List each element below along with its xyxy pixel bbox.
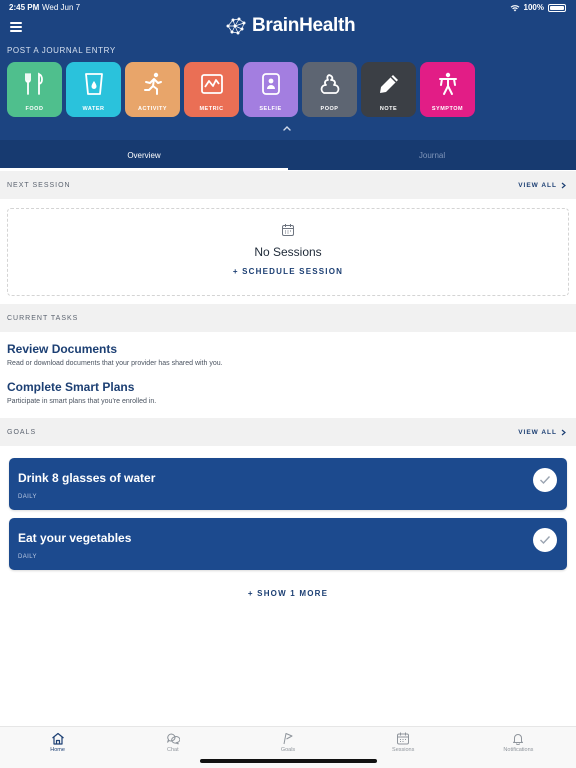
tile-food[interactable]: FOOD — [7, 62, 62, 117]
next-session-header: NEXT SESSION VIEW ALL — [0, 171, 576, 199]
home-icon — [51, 732, 64, 745]
tile-water[interactable]: WATER — [66, 62, 121, 117]
fork-knife-icon — [24, 62, 46, 106]
schedule-session-button[interactable]: + SCHEDULE SESSION — [233, 267, 343, 276]
tile-note[interactable]: NOTE — [361, 62, 416, 117]
poop-icon — [318, 62, 342, 106]
status-time: 2:45 PM — [9, 3, 40, 12]
tab-overview[interactable]: Overview — [0, 140, 288, 170]
task-complete-smart-plans[interactable]: Complete Smart Plans Participate in smar… — [7, 380, 156, 405]
journal-entry-title: POST A JOURNAL ENTRY — [7, 46, 116, 55]
tile-selfie[interactable]: SELFIE — [243, 62, 298, 117]
checkmark-icon — [540, 476, 551, 485]
flag-icon — [283, 733, 293, 745]
nav-notifications[interactable]: Notifications — [461, 727, 576, 768]
body-icon — [437, 62, 459, 106]
chevron-up-icon[interactable] — [282, 124, 292, 132]
nav-label: Sessions — [392, 747, 415, 753]
home-indicator — [200, 759, 377, 763]
view-all-label: VIEW ALL — [518, 181, 557, 189]
running-person-icon — [142, 62, 164, 106]
section-title: CURRENT TASKS — [7, 314, 79, 322]
sessions-empty-card: No Sessions + SCHEDULE SESSION — [7, 208, 569, 296]
task-description: Read or download documents that your pro… — [7, 360, 223, 367]
status-date: Wed Jun 7 — [42, 3, 81, 12]
nav-label: Chat — [166, 747, 179, 753]
task-title: Review Documents — [7, 342, 118, 356]
chart-icon — [200, 62, 224, 106]
calendar-icon — [282, 224, 294, 236]
brand-logo: BrainHealth — [224, 15, 356, 37]
chat-icon — [166, 733, 180, 745]
nav-home[interactable]: Home — [0, 727, 115, 768]
battery-icon — [548, 3, 566, 12]
tab-journal[interactable]: Journal — [288, 140, 576, 170]
nav-label: Goals — [280, 747, 296, 753]
tab-bar: Overview Journal — [0, 140, 576, 170]
tile-label: FOOD — [25, 106, 44, 112]
tile-label: METRIC — [199, 106, 224, 112]
show-more-goals-button[interactable]: + SHOW 1 MORE — [0, 589, 576, 598]
checkmark-icon — [540, 536, 551, 545]
calendar-icon — [397, 732, 410, 745]
section-title: NEXT SESSION — [7, 181, 71, 189]
task-review-documents[interactable]: Review Documents Read or download docume… — [7, 342, 223, 367]
goal-card[interactable]: Eat your vegetables DAILY — [9, 518, 567, 570]
tile-activity[interactable]: ACTIVITY — [125, 62, 180, 117]
app-header: 2:45 PM Wed Jun 7 100% BrainHealth POST … — [0, 0, 576, 170]
goal-frequency: DAILY — [18, 494, 37, 500]
goals-header: GOALS VIEW ALL — [0, 418, 576, 446]
current-tasks-header: CURRENT TASKS — [0, 304, 576, 332]
bell-icon — [513, 734, 524, 745]
nav-label: Notifications — [503, 747, 534, 753]
tile-metric[interactable]: METRIC — [184, 62, 239, 117]
no-sessions-text: No Sessions — [254, 245, 322, 259]
journal-tiles: FOOD WATER ACTIVITY METRIC SELFIE POOP N… — [7, 62, 475, 117]
nav-label: Home — [50, 747, 65, 753]
tile-label: POOP — [320, 106, 339, 112]
tile-label: NOTE — [379, 106, 398, 112]
goal-card[interactable]: Drink 8 glasses of water DAILY — [9, 458, 567, 510]
tile-label: SYMPTOM — [431, 106, 464, 112]
goal-complete-button[interactable] — [533, 468, 557, 492]
battery-percent: 100% — [523, 3, 544, 12]
tile-label: ACTIVITY — [137, 106, 168, 112]
view-all-label: VIEW ALL — [518, 428, 557, 436]
tile-symptom[interactable]: SYMPTOM — [420, 62, 475, 117]
brand-name: BrainHealth — [252, 15, 356, 36]
goal-complete-button[interactable] — [533, 528, 557, 552]
goal-title: Eat your vegetables — [18, 531, 132, 545]
wifi-icon — [510, 4, 519, 11]
tile-poop[interactable]: POOP — [302, 62, 357, 117]
water-glass-icon — [84, 62, 104, 106]
chevron-right-icon — [561, 182, 566, 188]
tile-label: WATER — [82, 106, 105, 112]
section-title: GOALS — [7, 428, 37, 436]
view-all-sessions-link[interactable]: VIEW ALL — [518, 182, 566, 189]
goal-frequency: DAILY — [18, 554, 37, 560]
goal-title: Drink 8 glasses of water — [18, 471, 156, 485]
task-title: Complete Smart Plans — [7, 380, 135, 394]
menu-icon[interactable] — [10, 22, 22, 32]
tile-label: SELFIE — [259, 106, 282, 112]
selfie-icon — [260, 62, 282, 106]
pencil-icon — [378, 62, 400, 106]
chevron-right-icon — [561, 429, 566, 435]
view-all-goals-link[interactable]: VIEW ALL — [518, 429, 566, 436]
task-description: Participate in smart plans that you're e… — [7, 398, 157, 405]
brain-network-icon — [226, 17, 246, 35]
status-bar: 2:45 PM Wed Jun 7 100% — [0, 0, 576, 14]
